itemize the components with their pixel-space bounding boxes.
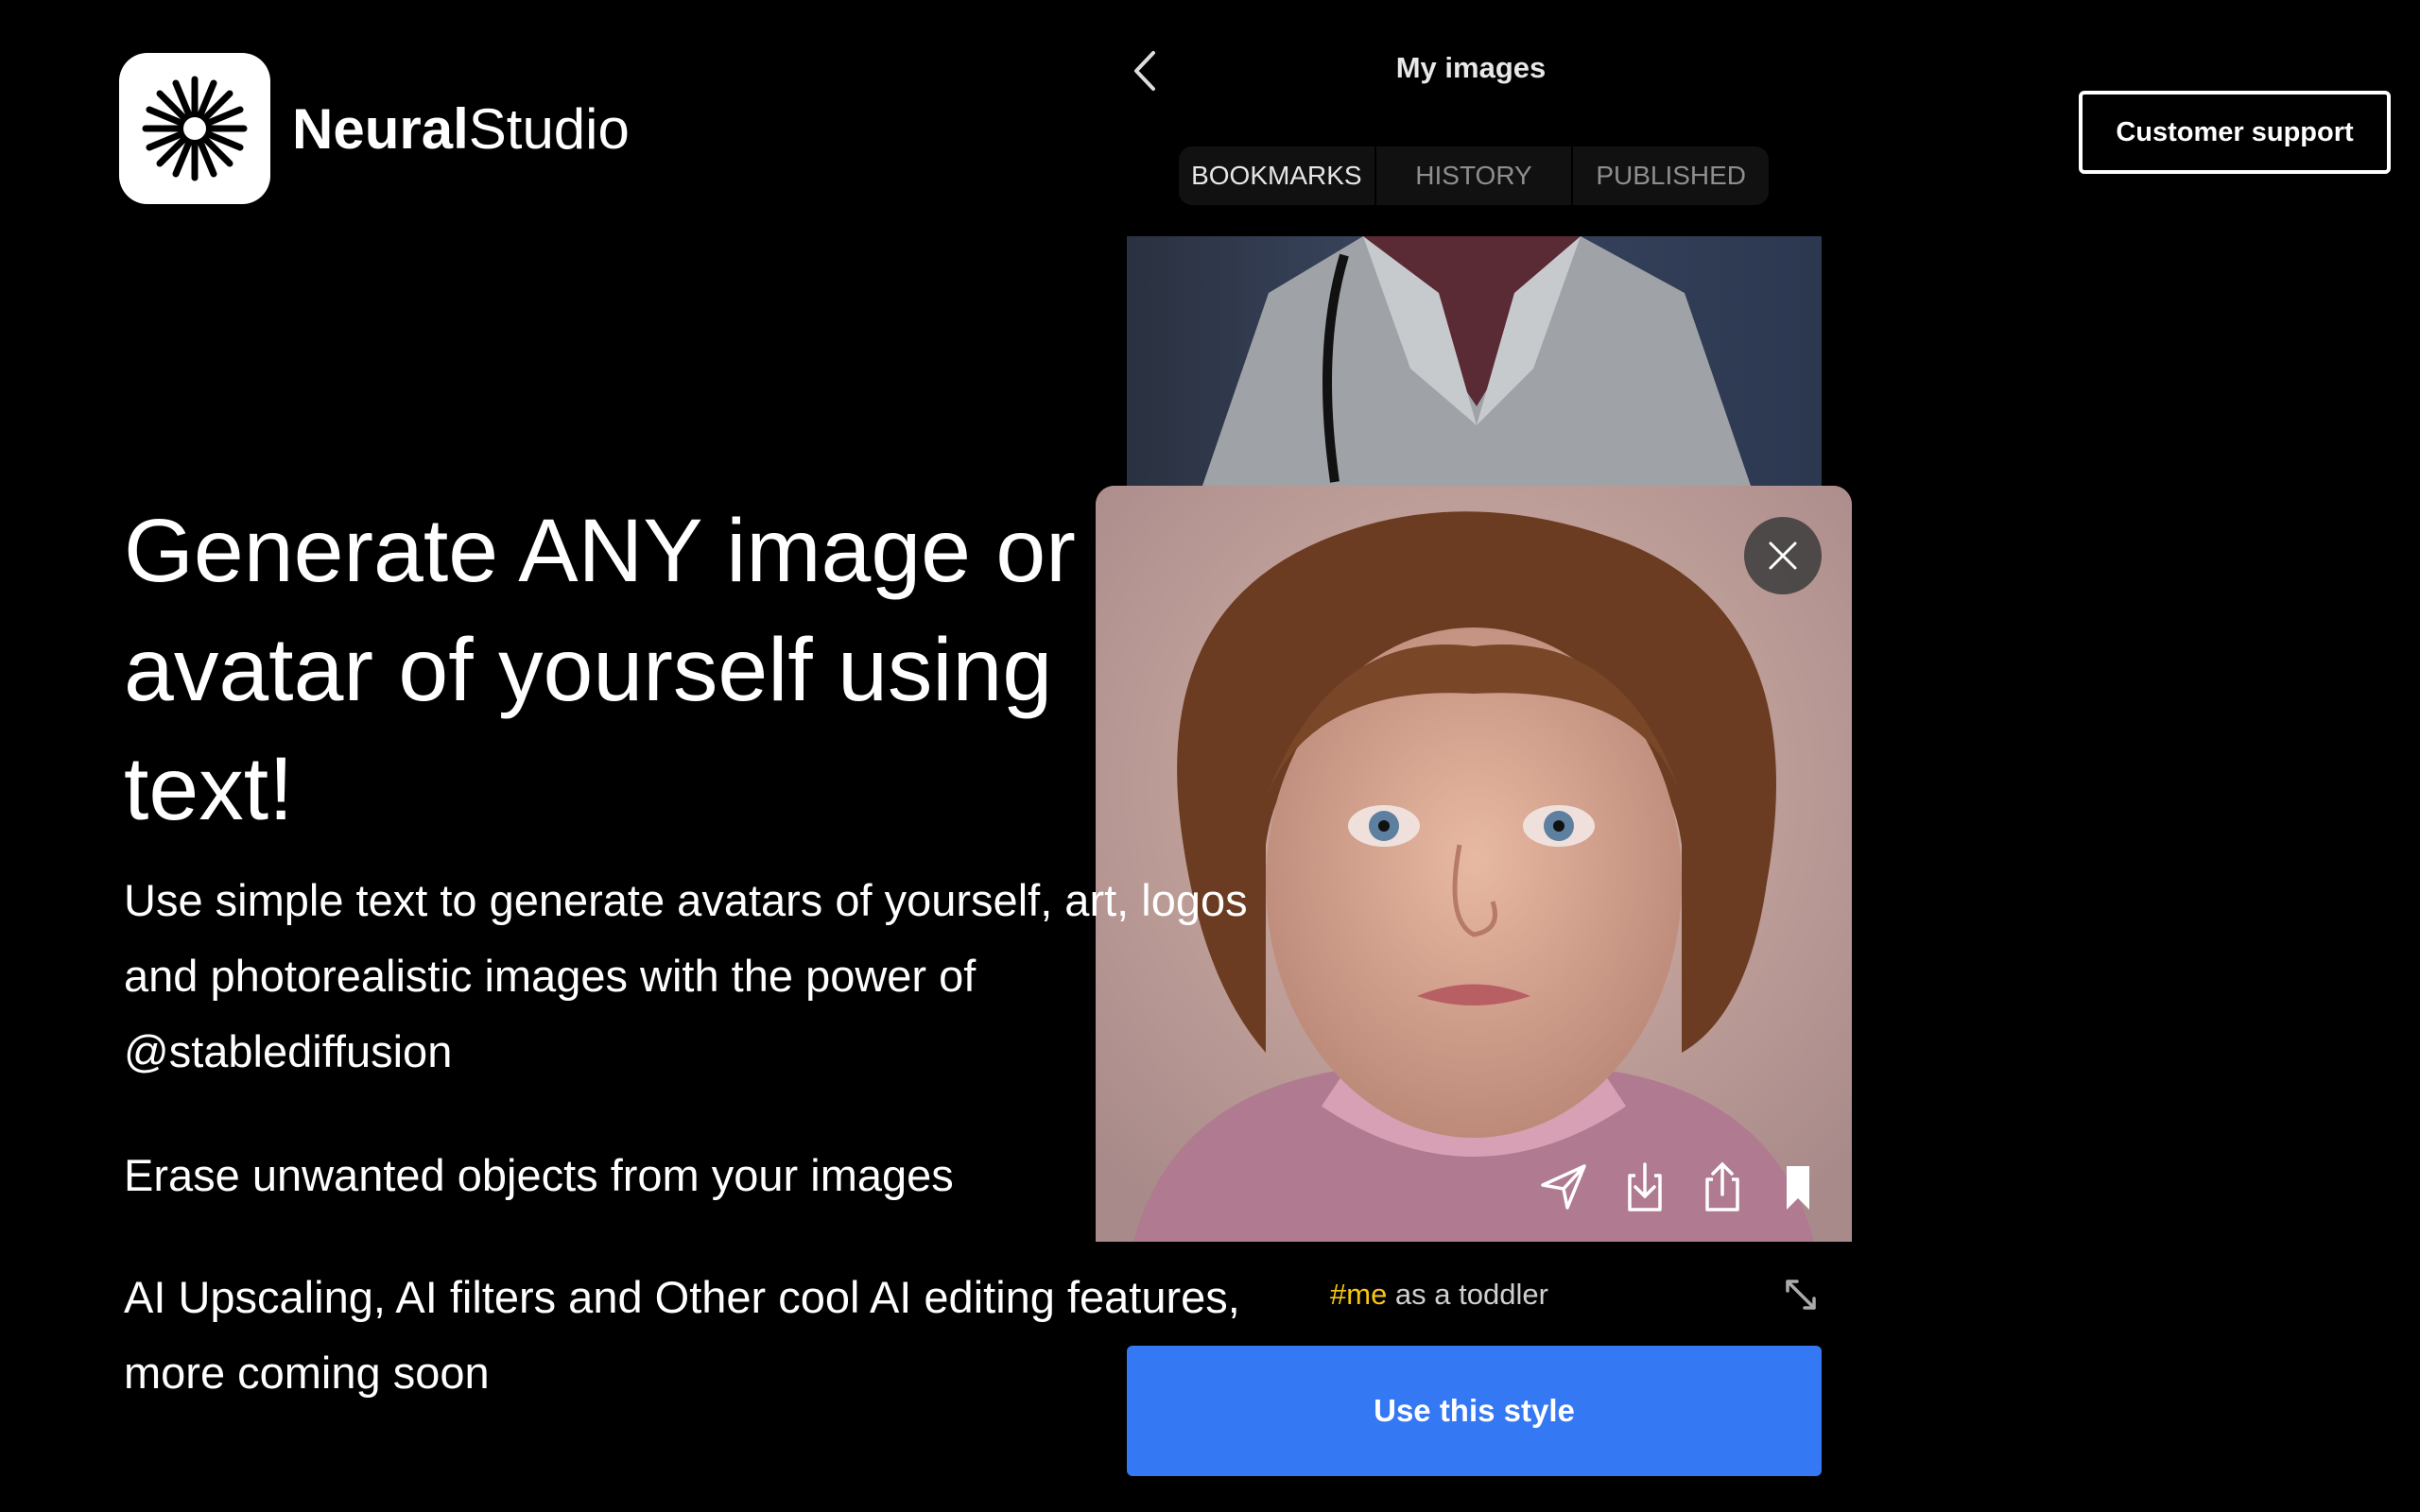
hero-headline: Generate ANY image or avatar of yourself…	[124, 501, 1076, 839]
bookmarked-image-thumbnail[interactable]	[1127, 236, 1822, 486]
logo[interactable]	[119, 53, 270, 204]
tab-published[interactable]: PUBLISHED	[1571, 146, 1769, 205]
share-icon[interactable]	[1696, 1160, 1749, 1213]
caption-text: as a toddler	[1387, 1278, 1548, 1311]
style-caption: #me as a toddler	[1330, 1278, 1548, 1312]
brand-name-bold: Neural	[292, 97, 469, 161]
customer-support-button[interactable]: Customer support	[2079, 91, 2391, 174]
caption-tag[interactable]: #me	[1330, 1278, 1387, 1311]
expand-icon[interactable]	[1782, 1276, 1820, 1314]
hero-description-line: Use simple text to generate avatars of y…	[124, 875, 1248, 925]
starburst-icon	[142, 76, 248, 181]
tab-history[interactable]: HISTORY	[1374, 146, 1572, 205]
hero-description-line: @stablediffusion	[124, 1026, 453, 1076]
chevron-left-icon[interactable]	[1125, 47, 1163, 94]
tab-bar: BOOKMARKS HISTORY PUBLISHED	[1179, 146, 1769, 205]
tab-bookmarks[interactable]: BOOKMARKS	[1179, 146, 1374, 205]
download-icon[interactable]	[1618, 1160, 1671, 1213]
close-icon	[1769, 541, 1797, 570]
use-this-style-button[interactable]: Use this style	[1127, 1346, 1822, 1476]
hero-description-line: and photorealistic images with the power…	[124, 951, 977, 1001]
brand-name: NeuralStudio	[292, 94, 630, 164]
send-icon[interactable]	[1537, 1160, 1590, 1213]
upscale-feature-text: more coming soon	[124, 1348, 490, 1398]
page-title: My images	[1395, 51, 1547, 84]
upscale-feature-text: AI Upscaling, AI filters and Other cool …	[124, 1272, 1240, 1322]
doctor-image	[1202, 236, 1751, 486]
close-button[interactable]	[1744, 517, 1822, 594]
erase-feature-text: Erase unwanted objects from your images	[124, 1150, 954, 1200]
brand-name-light: Studio	[468, 97, 630, 161]
bookmark-icon[interactable]	[1772, 1160, 1824, 1213]
